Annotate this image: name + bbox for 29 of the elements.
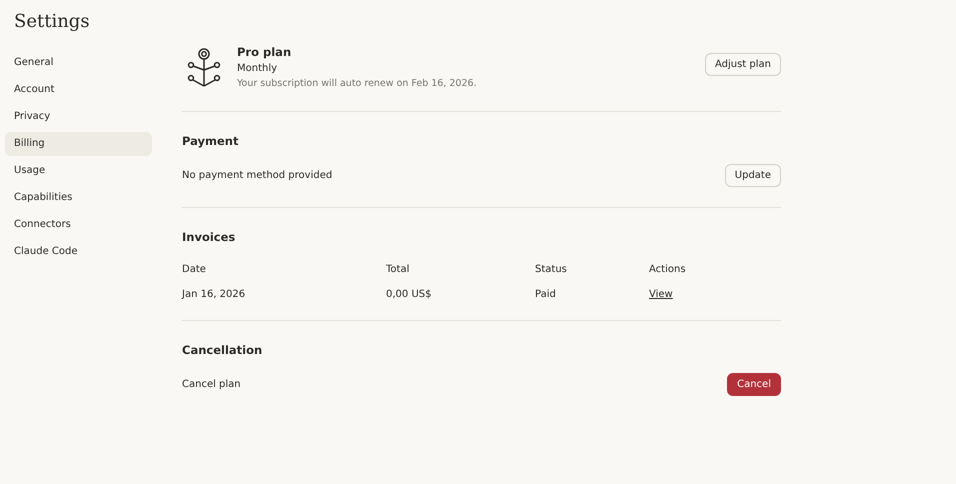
view-link[interactable]: View — [649, 289, 673, 300]
sidebar-item[interactable]: Privacy — [5, 105, 152, 129]
sidebar-item[interactable]: Capabilities — [5, 186, 152, 210]
column-header: Actions — [649, 264, 687, 275]
sidebar-item[interactable]: General — [5, 51, 152, 75]
table-cell-text: 0,00 US$ — [386, 289, 432, 300]
table-cell-text: Paid — [535, 289, 557, 300]
column-header: Status — [535, 264, 568, 275]
cancel-label: Cancel plan — [182, 379, 241, 390]
cancel-button[interactable]: Cancel — [727, 373, 781, 396]
flower-icon — [187, 48, 221, 88]
sidebar-item[interactable]: Claude Code — [5, 240, 152, 264]
sidebar-item[interactable]: Connectors — [5, 213, 152, 237]
update-button[interactable]: Update — [724, 164, 781, 187]
section-heading: Cancellation — [182, 343, 264, 357]
section-heading: Invoices — [182, 230, 236, 244]
section-heading: Payment — [182, 134, 240, 148]
renewal-note: Your subscription will auto renew on Feb 16, 2026. — [237, 78, 478, 89]
column-header: Total — [386, 264, 410, 275]
table-cell-text: Jan 16, 2026 — [182, 289, 246, 300]
sidebar-item[interactable]: Account — [5, 78, 152, 102]
plan-period: Monthly — [237, 63, 278, 74]
adjust-plan-button[interactable]: Adjust plan — [704, 53, 781, 76]
plan-name: Pro plan — [237, 45, 292, 59]
payment-status: No payment method provided — [182, 170, 332, 181]
column-header: Date — [182, 264, 207, 275]
sidebar-item[interactable]: Billing — [5, 132, 152, 156]
sidebar-item[interactable]: Usage — [5, 159, 152, 183]
page-title: Settings — [13, 10, 91, 32]
